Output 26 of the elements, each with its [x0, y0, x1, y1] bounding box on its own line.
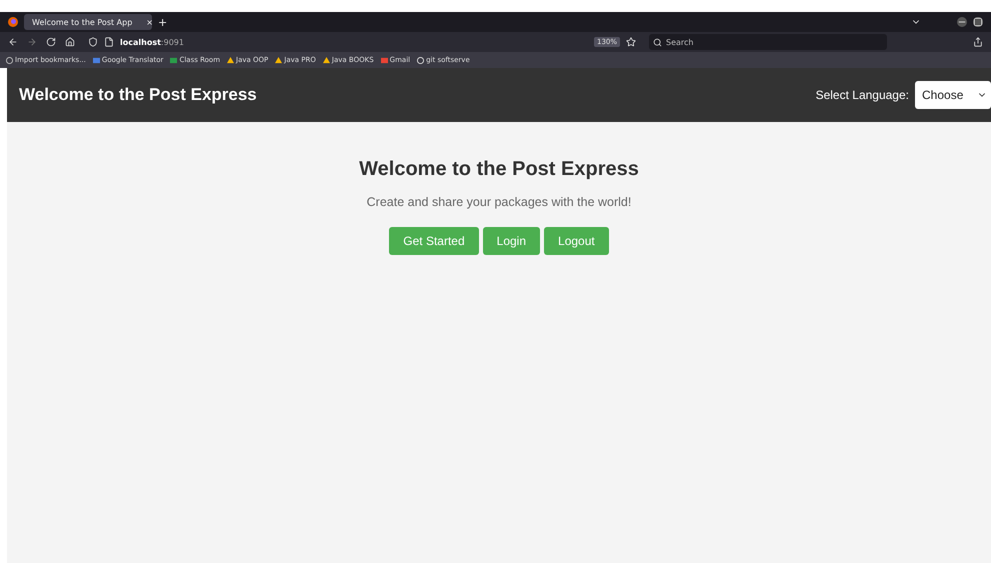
page-icon	[104, 37, 114, 47]
reload-icon[interactable]	[46, 37, 56, 47]
forward-icon[interactable]	[27, 37, 37, 47]
triangle-icon	[275, 56, 282, 64]
triangle-icon	[322, 56, 330, 64]
tab-close-button[interactable]: ×	[146, 18, 153, 26]
search-field[interactable]: Search	[649, 34, 887, 50]
home-icon[interactable]	[65, 37, 75, 47]
tab-title: Welcome to the Post App	[32, 18, 132, 26]
shield-icon	[88, 37, 98, 47]
browser-logo-icon	[8, 17, 18, 27]
search-icon	[653, 38, 662, 46]
site-title: Welcome to the Post Express	[19, 85, 257, 105]
url-text: localhost:9091	[120, 38, 184, 46]
browser-tab[interactable]: Welcome to the Post App ×	[24, 14, 152, 30]
language-label: Select Language:	[816, 88, 909, 102]
hero-subtitle: Create and share your packages with the world!	[366, 195, 632, 209]
new-tab-button[interactable]: +	[158, 16, 168, 28]
maximize-icon[interactable]	[973, 17, 983, 27]
hero-title: Welcome to the Post Express	[359, 158, 639, 181]
bookmark-star-icon[interactable]	[626, 37, 636, 47]
language-select[interactable]: Choose	[915, 81, 991, 109]
share-icon[interactable]	[973, 37, 983, 47]
minimize-icon[interactable]	[957, 17, 967, 27]
triangle-icon	[227, 56, 234, 64]
back-icon[interactable]	[8, 37, 18, 47]
